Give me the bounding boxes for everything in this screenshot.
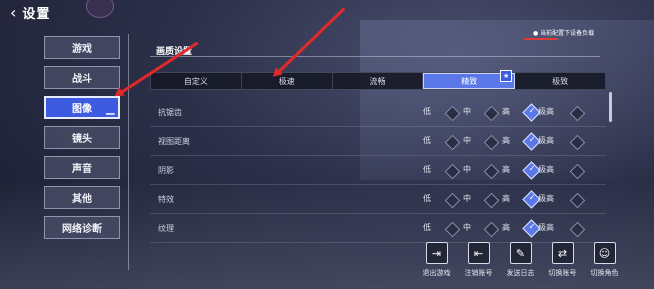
- page-title: 设置: [22, 6, 51, 22]
- option-label-mid: 中: [463, 165, 471, 174]
- option-label-ultra: 极高: [538, 107, 554, 116]
- switch-character-icon: ☺: [593, 242, 616, 264]
- sidebar-item-camera[interactable]: 镜头: [44, 126, 120, 149]
- tab-refined[interactable]: 精致 ★: [423, 70, 516, 89]
- option-radio-low[interactable]: [444, 105, 461, 122]
- tab-smooth[interactable]: 流畅: [333, 73, 424, 89]
- sidebar-item-combat[interactable]: 战斗: [44, 66, 120, 89]
- setting-row: 特效 低 中 高 极高: [150, 187, 606, 214]
- setting-label: 特效: [158, 195, 174, 204]
- option-radio-mid[interactable]: [483, 105, 500, 122]
- exit-game-icon: ⇥: [425, 242, 448, 264]
- action-label: 发送日志: [506, 269, 535, 277]
- setting-label: 阴影: [158, 166, 174, 175]
- tab-custom[interactable]: 自定义: [151, 73, 242, 89]
- setting-label: 视图距离: [158, 137, 190, 146]
- option-radio-ultra[interactable]: [569, 105, 586, 122]
- recommend-note: ● 当前配置下设备负载: [533, 30, 595, 37]
- action-bar: ⇥ 退出游戏 ⇤ 注销账号 ✎ 发送日志 ⇄ 切换账号 ☺ 切换角色: [416, 242, 626, 278]
- action-label: 切换账号: [548, 269, 577, 277]
- option-label-low: 低: [423, 107, 431, 116]
- switch-account-icon: ⇄: [551, 242, 574, 264]
- option-radio-ultra[interactable]: [569, 192, 586, 209]
- option-radio-low[interactable]: [444, 134, 461, 151]
- sidebar: 游戏 战斗 图像 镜头 声音 其他 网络诊断: [44, 36, 120, 246]
- option-label-low: 低: [423, 136, 431, 145]
- tab-label: 精致: [461, 76, 478, 86]
- option-label-low: 低: [423, 194, 431, 203]
- sidebar-item-game[interactable]: 游戏: [44, 36, 120, 59]
- tab-ultimate[interactable]: 极致: [515, 73, 605, 89]
- back-arrow-icon[interactable]: ‹: [10, 3, 16, 22]
- tab-label: 流畅: [369, 76, 386, 86]
- section-divider: [150, 56, 600, 57]
- action-label: 切换角色: [590, 269, 619, 277]
- option-radio-ultra[interactable]: [569, 163, 586, 180]
- send-log-icon: ✎: [509, 242, 532, 264]
- option-label-high: 高: [502, 107, 510, 116]
- action-label: 退出游戏: [422, 269, 451, 277]
- setting-row: 纹理 低 中 高 极高: [150, 216, 606, 243]
- logout-account-button[interactable]: ⇤ 注销账号: [458, 242, 499, 278]
- option-radio-low[interactable]: [444, 163, 461, 180]
- option-label-low: 低: [423, 223, 431, 232]
- option-label-mid: 中: [463, 136, 471, 145]
- option-radio-mid[interactable]: [483, 221, 500, 238]
- exit-game-button[interactable]: ⇥ 退出游戏: [416, 242, 457, 278]
- option-radio-ultra[interactable]: [569, 221, 586, 238]
- sidebar-item-network[interactable]: 网络诊断: [44, 216, 120, 239]
- option-label-high: 高: [502, 194, 510, 203]
- scrollbar[interactable]: [609, 92, 612, 122]
- option-label-high: 高: [502, 223, 510, 232]
- option-label-ultra: 极高: [538, 136, 554, 145]
- tab-label: 极致: [552, 76, 569, 86]
- divider: [128, 34, 129, 270]
- option-radio-mid[interactable]: [483, 192, 500, 209]
- sidebar-item-graphics[interactable]: 图像: [44, 96, 120, 119]
- option-label-ultra: 极高: [538, 194, 554, 203]
- option-label-mid: 中: [463, 223, 471, 232]
- tab-speed[interactable]: 极速: [242, 73, 333, 89]
- top-bar: ‹ 设置: [0, 0, 140, 24]
- setting-row: 阴影 低 中 高 极高: [150, 158, 606, 185]
- setting-row: 视图距离 低 中 高 极高: [150, 129, 606, 156]
- tab-label: 自定义: [183, 76, 208, 86]
- option-radio-mid[interactable]: [483, 134, 500, 151]
- option-label-low: 低: [423, 165, 431, 174]
- option-label-ultra: 极高: [538, 223, 554, 232]
- logout-account-icon: ⇤: [467, 242, 490, 264]
- quality-tabs: 自定义 极速 流畅 精致 ★ 极致: [150, 70, 606, 90]
- option-label-ultra: 极高: [538, 165, 554, 174]
- option-radio-ultra[interactable]: [569, 134, 586, 151]
- send-log-button[interactable]: ✎ 发送日志: [500, 242, 541, 278]
- option-label-high: 高: [502, 165, 510, 174]
- star-icon: ★: [500, 70, 513, 82]
- option-label-mid: 中: [463, 194, 471, 203]
- tab-label: 极速: [278, 76, 295, 86]
- setting-row: 抗锯齿 低 中 高 极高: [150, 100, 606, 127]
- setting-label: 纹理: [158, 224, 174, 233]
- switch-account-button[interactable]: ⇄ 切换账号: [542, 242, 583, 278]
- option-label-mid: 中: [463, 107, 471, 116]
- option-radio-low[interactable]: [444, 221, 461, 238]
- recommend-underline: [524, 38, 558, 40]
- option-label-high: 高: [502, 136, 510, 145]
- setting-label: 抗锯齿: [158, 108, 182, 117]
- option-radio-low[interactable]: [444, 192, 461, 209]
- annotation-arrow-icon: [274, 7, 346, 76]
- sidebar-item-other[interactable]: 其他: [44, 186, 120, 209]
- action-label: 注销账号: [464, 269, 493, 277]
- option-radio-mid[interactable]: [483, 163, 500, 180]
- switch-character-button[interactable]: ☺ 切换角色: [584, 242, 625, 278]
- sidebar-item-sound[interactable]: 声音: [44, 156, 120, 179]
